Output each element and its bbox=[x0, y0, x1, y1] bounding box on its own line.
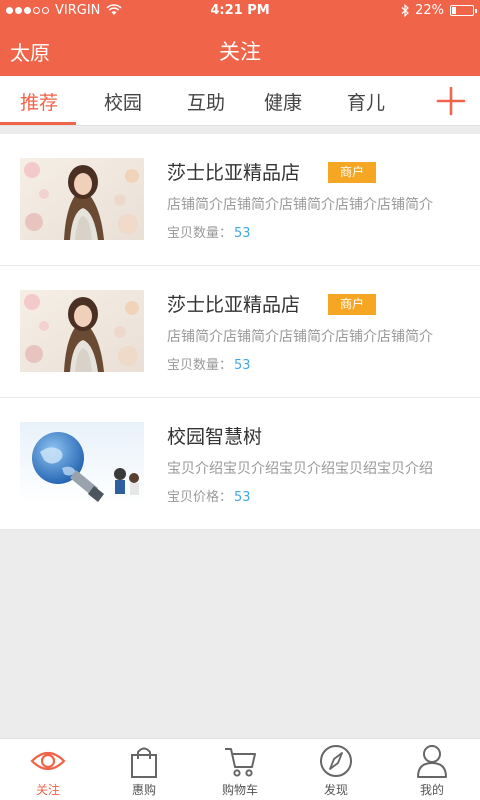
meta-label: 宝贝数量： bbox=[167, 358, 233, 373]
shop-description: 店铺简介店铺简介店铺简介店铺介店铺简介 bbox=[167, 197, 433, 213]
battery-percent: 22% bbox=[415, 2, 444, 18]
tabbar-label: 关注 bbox=[35, 783, 60, 797]
woman-portrait-image bbox=[20, 158, 144, 240]
plus-icon[interactable] bbox=[436, 86, 466, 116]
meta-value: 53 bbox=[234, 226, 251, 241]
nav-bar: 太原 关注 bbox=[0, 20, 480, 76]
list-item[interactable]: 莎士比亚精品店 商户 店铺简介店铺简介店铺简介店铺介店铺简介 宝贝数量： 53 bbox=[0, 134, 480, 266]
carrier-name: VIRGIN bbox=[55, 2, 101, 18]
category-tabs: 推荐 校园 互助 健康 育儿 bbox=[0, 76, 480, 126]
tabbar-profile[interactable]: 我的 bbox=[384, 739, 480, 800]
signal-strength-icon bbox=[6, 6, 49, 14]
eye-icon bbox=[30, 751, 66, 771]
tabbar-discover[interactable]: 发现 bbox=[288, 739, 384, 800]
tabbar-follow[interactable]: 关注 bbox=[0, 739, 96, 800]
shop-list: 莎士比亚精品店 商户 店铺简介店铺简介店铺简介店铺介店铺简介 宝贝数量：53 bbox=[0, 134, 480, 530]
status-bar: VIRGIN 4:21 PM 22% bbox=[0, 0, 480, 20]
woman-portrait-image bbox=[20, 290, 144, 372]
meta-label: 宝贝价格： bbox=[167, 490, 233, 505]
shop-meta: 宝贝数量： 53 bbox=[167, 354, 251, 373]
list-item[interactable]: 莎士比亚精品店 商户 店铺简介店铺简介店铺简介店铺介店铺简介 宝贝数量： 53 bbox=[0, 266, 480, 398]
wifi-icon bbox=[106, 4, 122, 15]
user-icon bbox=[417, 745, 447, 778]
shop-description: 宝贝介绍宝贝介绍宝贝介绍宝贝绍宝贝介绍 bbox=[167, 461, 433, 477]
tabbar-cart[interactable]: 购物车 bbox=[192, 739, 288, 800]
merchant-badge: 商户 bbox=[328, 162, 376, 183]
meta-label: 宝贝数量： bbox=[167, 226, 233, 241]
tabbar-label: 购物车 bbox=[221, 783, 258, 797]
meta-value: 53 bbox=[234, 490, 251, 505]
shop-meta: 宝贝价格： 53 bbox=[167, 486, 251, 505]
bottom-tab-bar: 关注 惠购 购物车 发现 我的 bbox=[0, 738, 480, 800]
status-left: VIRGIN bbox=[6, 3, 186, 18]
tab-recommend[interactable]: 推荐 bbox=[20, 88, 58, 115]
status-right: 22% bbox=[294, 2, 477, 18]
tab-health[interactable]: 健康 bbox=[264, 88, 302, 115]
lightbulb-globe-image bbox=[20, 422, 144, 504]
tab-campus[interactable]: 校园 bbox=[104, 88, 142, 115]
shop-name: 莎士比亚精品店 bbox=[167, 162, 301, 184]
tabbar-deals[interactable]: 惠购 bbox=[96, 739, 192, 800]
shop-meta: 宝贝数量： 53 bbox=[167, 222, 251, 241]
tabbar-label: 惠购 bbox=[131, 783, 156, 797]
app-screen: VIRGIN 4:21 PM 22% 太原 关注 推荐 校园 互助 健康 育儿 bbox=[0, 0, 480, 800]
tab-parenting[interactable]: 育儿 bbox=[347, 88, 385, 115]
shopping-bag-icon bbox=[131, 747, 157, 778]
active-tab-indicator bbox=[0, 122, 76, 125]
shop-description: 店铺简介店铺简介店铺简介店铺介店铺简介 bbox=[167, 329, 433, 345]
battery-icon bbox=[450, 4, 477, 16]
page-title: 关注 bbox=[219, 40, 261, 64]
bluetooth-icon bbox=[401, 3, 409, 17]
shop-name: 莎士比亚精品店 bbox=[167, 294, 301, 316]
tabbar-label: 我的 bbox=[419, 783, 444, 797]
tab-mutual-aid[interactable]: 互助 bbox=[187, 88, 225, 115]
merchant-badge: 商户 bbox=[328, 294, 376, 315]
tabbar-label: 发现 bbox=[323, 783, 348, 797]
cart-icon bbox=[225, 748, 256, 777]
shop-name: 校园智慧树 bbox=[167, 426, 263, 448]
city-selector[interactable]: 太原 bbox=[10, 37, 50, 66]
compass-icon bbox=[320, 745, 352, 777]
meta-value: 53 bbox=[234, 358, 251, 373]
list-item[interactable]: 校园智慧树 宝贝介绍宝贝介绍宝贝介绍宝贝绍宝贝介绍 宝贝价格： 53 bbox=[0, 398, 480, 530]
status-time: 4:21 PM bbox=[210, 2, 270, 18]
